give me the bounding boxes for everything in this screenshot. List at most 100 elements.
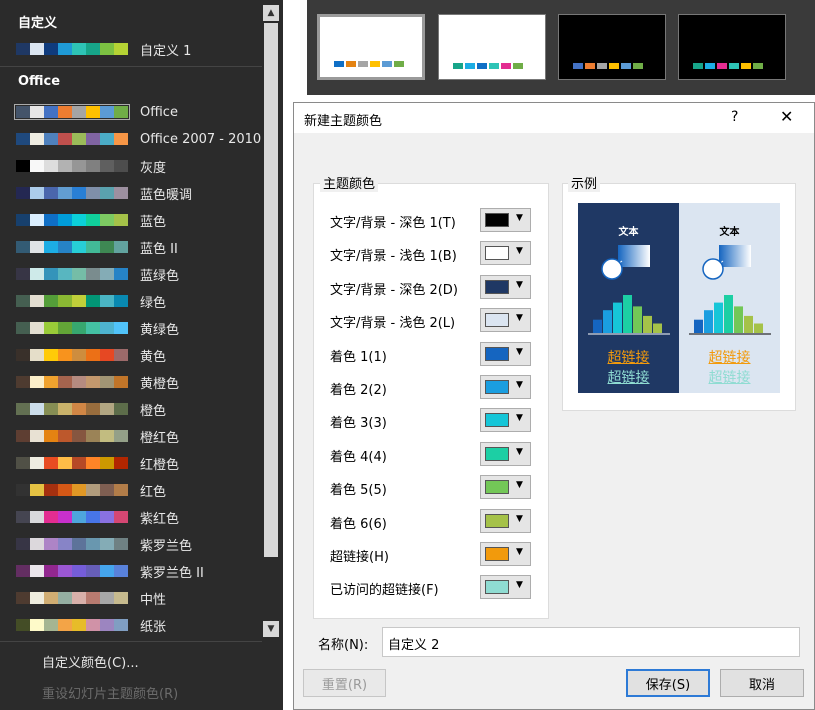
color-swatch-strip <box>16 268 128 280</box>
scrollbar-thumb[interactable] <box>264 23 278 557</box>
color-swatch <box>114 484 128 496</box>
theme-item[interactable]: 黄橙色 <box>10 370 262 394</box>
dropdown-arrow-icon: ▼ <box>516 413 523 424</box>
theme-item[interactable]: 蓝色 II <box>10 235 262 259</box>
color-swatch <box>86 592 100 604</box>
theme-item[interactable]: 蓝色 <box>10 208 262 232</box>
theme-item[interactable]: Office 2007 - 2010 <box>10 127 262 151</box>
close-button[interactable]: ✕ <box>780 107 793 126</box>
color-swatch <box>86 376 100 388</box>
color-swatch <box>30 241 44 253</box>
color-picker-button[interactable]: ▼ <box>480 542 531 566</box>
theme-item[interactable]: 中性 <box>10 586 262 610</box>
color-swatch-strip <box>16 565 128 577</box>
color-swatch-strip <box>16 619 128 631</box>
theme-item-label: 紫罗兰色 <box>140 538 193 554</box>
slide-thumbnail[interactable] <box>558 14 666 80</box>
theme-item-label: 紫罗兰色 II <box>140 565 204 581</box>
color-swatch <box>100 457 114 469</box>
preview-bar <box>694 319 703 333</box>
preview-bar <box>633 306 642 333</box>
color-swatch <box>72 295 86 307</box>
theme-item[interactable]: 紫罗兰色 II <box>10 559 262 583</box>
theme-item[interactable]: 紫红色 <box>10 505 262 529</box>
theme-item[interactable]: 红橙色 <box>10 451 262 475</box>
color-picker-button[interactable]: ▼ <box>480 241 531 266</box>
help-button[interactable]: ? <box>731 109 738 125</box>
color-swatch <box>58 511 72 523</box>
preview-bar <box>744 315 753 333</box>
color-swatch <box>30 619 44 631</box>
theme-color-label: 着色 3(3) <box>330 416 387 432</box>
color-picker-button[interactable]: ▼ <box>480 308 531 333</box>
color-swatch <box>86 565 100 577</box>
color-picker-button[interactable]: ▼ <box>480 208 531 232</box>
theme-item[interactable]: 蓝色暖调 <box>10 181 262 205</box>
color-swatch <box>44 241 58 253</box>
dropdown-arrow-icon: ▼ <box>516 213 523 223</box>
color-picker-button[interactable]: ▼ <box>480 575 531 600</box>
color-chip <box>485 313 509 328</box>
color-swatch-strip <box>16 457 128 469</box>
slide-thumbnail[interactable] <box>438 14 546 80</box>
color-swatch <box>501 63 511 69</box>
theme-item[interactable]: 黄色 <box>10 343 262 367</box>
slide-thumbnail[interactable] <box>317 14 425 80</box>
color-picker-button[interactable]: ▼ <box>480 408 531 433</box>
color-picker-button[interactable]: ▼ <box>480 441 531 466</box>
theme-item[interactable]: 蓝绿色 <box>10 262 262 286</box>
color-picker-button[interactable]: ▼ <box>480 475 531 500</box>
theme-item[interactable]: 橙红色 <box>10 424 262 448</box>
color-swatch-strip <box>16 376 128 388</box>
theme-item-label: 黄色 <box>140 349 167 365</box>
theme-item[interactable]: 自定义 1 <box>10 37 262 61</box>
color-swatch <box>100 565 114 577</box>
color-swatch <box>58 43 72 55</box>
save-button[interactable]: 保存(S) <box>626 669 710 697</box>
color-picker-button[interactable]: ▼ <box>480 375 531 399</box>
theme-item[interactable]: Office <box>10 100 262 124</box>
color-picker-button[interactable]: ▼ <box>480 274 531 299</box>
cancel-button[interactable]: 取消 <box>720 669 804 697</box>
name-field[interactable]: 自定义 2 <box>382 627 800 657</box>
color-swatch <box>86 619 100 631</box>
color-swatch <box>114 538 128 550</box>
scroll-down-icon[interactable]: ▼ <box>263 621 279 637</box>
color-swatch <box>72 376 86 388</box>
color-swatch <box>72 538 86 550</box>
color-swatch <box>44 133 58 145</box>
customize-colors-item[interactable]: 自定义颜色(C)... <box>42 652 139 671</box>
color-swatch <box>72 511 86 523</box>
theme-item[interactable]: 紫罗兰色 <box>10 532 262 556</box>
theme-item[interactable]: 红色 <box>10 478 262 502</box>
theme-item[interactable]: 橙色 <box>10 397 262 421</box>
dropdown-arrow-icon: ▼ <box>516 246 523 257</box>
color-swatch <box>58 241 72 253</box>
thumbnail-color-strip <box>693 63 765 69</box>
theme-item[interactable]: 灰度 <box>10 154 262 178</box>
theme-color-label: 文字/背景 - 浅色 2(L) <box>330 316 456 332</box>
color-swatch <box>16 349 30 361</box>
dropdown-arrow-icon: ▼ <box>516 513 523 524</box>
theme-item-label: 纸张 <box>140 619 167 635</box>
theme-item-label: 蓝色 II <box>140 241 178 257</box>
color-swatch <box>30 349 44 361</box>
color-picker-button[interactable]: ▼ <box>480 508 531 533</box>
color-swatch <box>72 430 86 442</box>
color-swatch <box>86 268 100 280</box>
color-swatch <box>358 61 368 67</box>
color-swatch <box>334 61 344 67</box>
color-swatch-strip <box>16 592 128 604</box>
menu-scrollbar[interactable]: ▲ ▼ <box>262 5 280 639</box>
color-picker-button[interactable]: ▼ <box>480 341 531 366</box>
slide-thumbnail[interactable] <box>678 14 786 80</box>
preview-bar <box>593 319 602 333</box>
color-swatch <box>16 565 30 577</box>
color-swatch <box>100 538 114 550</box>
scroll-up-icon[interactable]: ▲ <box>263 5 279 21</box>
color-swatch <box>16 538 30 550</box>
theme-item[interactable]: 黄绿色 <box>10 316 262 340</box>
theme-item[interactable]: 绿色 <box>10 289 262 313</box>
color-swatch-strip <box>16 160 128 172</box>
theme-item[interactable]: 纸张 <box>10 613 262 637</box>
